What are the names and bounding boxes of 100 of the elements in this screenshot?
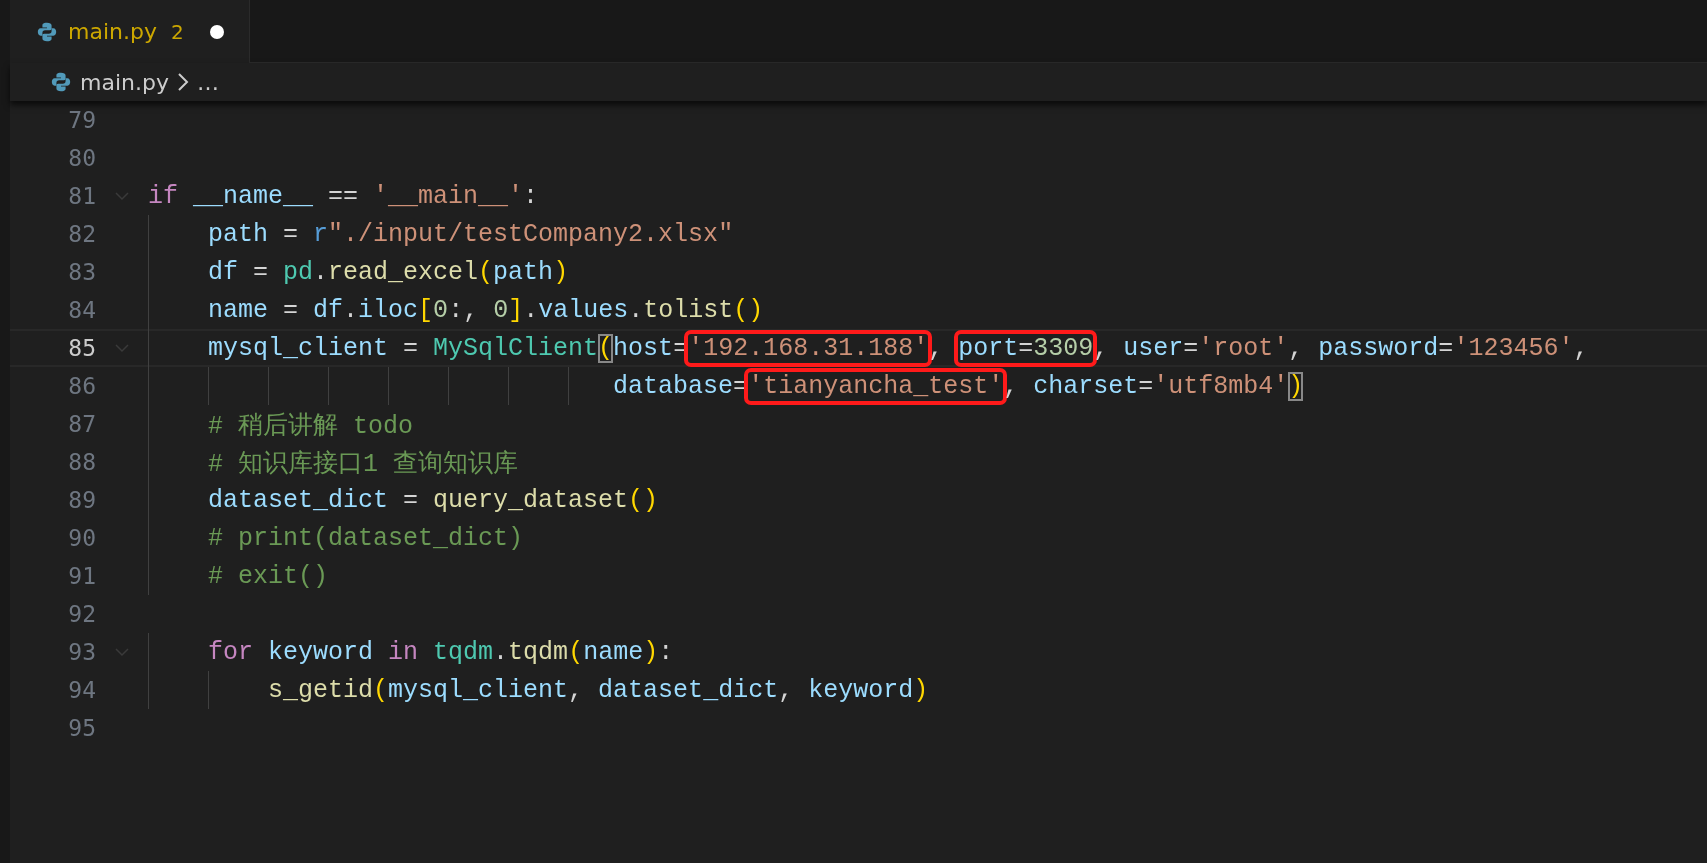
code-token: mysql_client [207,333,389,363]
editor-tab[interactable]: main.py 2 [10,0,250,63]
breadcrumb-file[interactable]: main.py [80,69,169,95]
line-number: 83 [67,259,96,285]
code-comment: # 知识库接口1 查询知识库 [207,448,519,479]
line-number: 85 [67,335,96,361]
code-token: values [538,295,629,325]
line-number: 84 [67,297,96,323]
code-token: tolist [643,295,734,325]
code-token: () [733,295,764,325]
code-token: __name__ [192,181,314,211]
tab-label: main.py [68,19,157,44]
line-number: 92 [67,601,96,627]
line-number: 80 [67,145,96,171]
code-token: = [252,257,270,287]
code-token: , [778,675,795,705]
code-token: for [207,637,254,667]
code-token: ] [508,295,524,325]
code-token: 'utf8mb4' [1153,371,1289,401]
code-token: , [1288,333,1305,363]
code-token: df [313,295,344,325]
code-token: = [402,485,420,515]
code-token: tqdm [432,637,494,667]
code-token: read_excel [328,257,479,287]
code-token: ( [568,637,584,667]
code-token: dataset_dict [598,675,779,705]
code-token: pd [283,257,314,287]
code-token: 0 [493,295,509,325]
code-token: = [1438,333,1454,363]
code-token: () [628,485,659,515]
code-token: '123456' [1453,333,1574,363]
code-token: ) [643,637,659,667]
chevron-right-icon [176,72,189,92]
code-token: . [628,295,644,325]
code-token: 'root' [1198,333,1289,363]
code-token: df [207,257,238,287]
python-icon [36,20,58,43]
unsaved-dot-icon[interactable] [209,24,224,39]
line-number: 93 [67,639,96,665]
code-token: . [343,295,359,325]
code-token: ( [373,675,389,705]
problem-count: 2 [170,19,184,44]
code-token: charset [1033,371,1139,401]
code-token: "./input/testCompany2.xlsx" [328,219,734,249]
code-token: == [327,181,360,211]
line-number: 94 [67,677,96,703]
code-token: 0 [433,295,449,325]
code-token: keyword [267,637,374,667]
code-token: s_getid [267,675,374,705]
code-token: : [658,637,674,667]
code-token: ) [553,257,569,287]
python-icon [50,71,72,93]
line-number: 88 [67,449,96,475]
code-token: , [568,675,585,705]
code-token: query_dataset [433,485,629,515]
code-comment: # exit() [207,561,329,591]
fold-chevron-icon[interactable] [115,647,129,657]
line-number: 91 [67,563,96,589]
code-token: ( [598,333,614,363]
code-token: : [523,181,539,211]
code-token: iloc [358,295,419,325]
code-comment: # print(dataset_dict) [207,523,524,553]
code-token: . [493,637,509,667]
fold-chevron-icon[interactable] [115,191,129,201]
code-token: path [493,257,554,287]
code-token: = [402,333,420,363]
code-token: :, [448,295,480,325]
code-token: database [612,371,734,401]
code-token: password [1318,333,1439,363]
line-number: 81 [67,183,96,209]
code-token: name [207,295,269,325]
code-token: [ [418,295,434,325]
code-token: = [1183,333,1199,363]
code-token: . [313,257,329,287]
line-number: 87 [67,411,96,437]
code-token: '__main__' [373,181,524,211]
code-token: = [282,219,300,249]
code-token: dataset_dict [207,485,389,515]
line-number: 95 [67,715,96,741]
code-token: user [1123,333,1184,363]
code-token: host [613,333,674,363]
code-token: ( [478,257,494,287]
code-token: name [583,637,644,667]
code-token: MySqlClient [433,333,599,363]
breadcrumb-more[interactable]: … [196,69,219,95]
code-token: path [207,219,269,249]
fold-chevron-icon[interactable] [115,343,129,353]
code-token: ) [1288,371,1304,401]
code-token: if [148,181,178,211]
code-token: tqdm [508,637,569,667]
code-token: ) [913,675,929,705]
code-token: keyword [808,675,914,705]
code-token: r [313,219,329,249]
line-number: 79 [67,107,96,133]
code-token: . [523,295,539,325]
line-number: 90 [67,525,96,551]
line-number: 86 [67,373,96,399]
code-token: in [387,637,419,667]
code-token: mysql_client [388,675,569,705]
code-token: , [1573,333,1589,363]
